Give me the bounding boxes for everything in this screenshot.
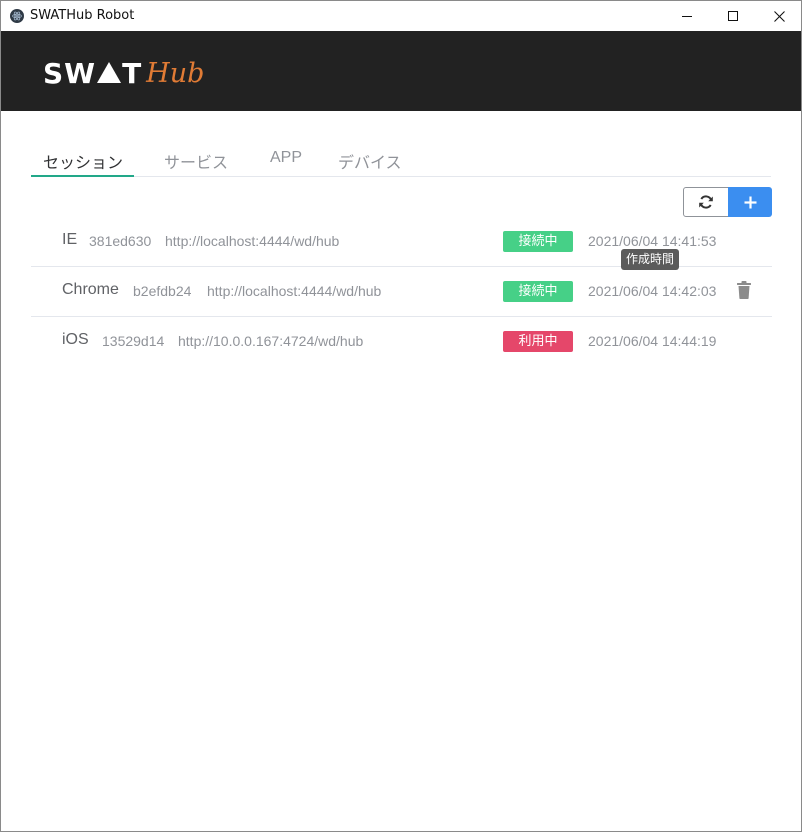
active-tab-indicator (31, 175, 134, 177)
session-name: iOS (62, 331, 89, 348)
session-url: http://localhost:4444/wd/hub (207, 283, 382, 299)
tab-devices[interactable]: デバイス (338, 149, 402, 173)
close-button[interactable] (756, 1, 802, 31)
status-badge: 接続中 (503, 231, 573, 252)
refresh-button[interactable] (683, 187, 729, 217)
status-badge: 接続中 (503, 281, 573, 302)
logo-triangle-icon (97, 62, 122, 83)
trash-icon[interactable] (736, 281, 752, 299)
add-session-button[interactable] (728, 187, 772, 217)
maximize-icon (727, 10, 738, 21)
session-created-time: 2021/06/04 14:42:03 (588, 283, 717, 299)
tab-sessions[interactable]: セッション (43, 149, 123, 173)
tab-app[interactable]: APP (270, 149, 302, 167)
session-url: http://10.0.0.167:4724/wd/hub (178, 333, 364, 349)
app-header: SW T Hub (1, 31, 801, 111)
status-badge: 利用中 (503, 331, 573, 352)
app-logo-icon (10, 9, 24, 23)
session-row[interactable]: Chrome b2efdb24 http://localhost:4444/wd… (31, 267, 772, 317)
tab-services[interactable]: サービス (164, 149, 228, 173)
tab-bar: セッション サービス APP デバイス (31, 144, 771, 177)
minimize-icon (681, 15, 692, 17)
session-created-time: 2021/06/04 14:41:53 (588, 233, 717, 249)
session-row[interactable]: iOS 13529d14 http://10.0.0.167:4724/wd/h… (31, 317, 772, 367)
logo-hub-text: Hub (146, 57, 205, 89)
plus-icon (744, 196, 756, 208)
session-id: b2efdb24 (133, 283, 192, 299)
maximize-button[interactable] (710, 1, 756, 31)
refresh-icon (699, 195, 713, 209)
session-id: 13529d14 (102, 333, 165, 349)
app-window: SWATHub Robot SW T Hub セッション サービス APP デバイ… (0, 0, 802, 832)
title-bar[interactable]: SWATHub Robot (1, 1, 801, 31)
session-url: http://localhost:4444/wd/hub (165, 233, 340, 249)
session-id: 381ed630 (89, 233, 152, 249)
close-icon (773, 10, 785, 22)
session-name: Chrome (62, 281, 119, 298)
minimize-button[interactable] (664, 1, 710, 31)
session-name: IE (62, 231, 78, 248)
created-time-tooltip: 作成時間 (621, 249, 680, 270)
logo-swat-text: SW T (43, 56, 143, 90)
window-title: SWATHub Robot (30, 8, 135, 23)
session-created-time: 2021/06/04 14:44:19 (588, 333, 717, 349)
swathub-logo: SW T Hub (43, 53, 204, 93)
